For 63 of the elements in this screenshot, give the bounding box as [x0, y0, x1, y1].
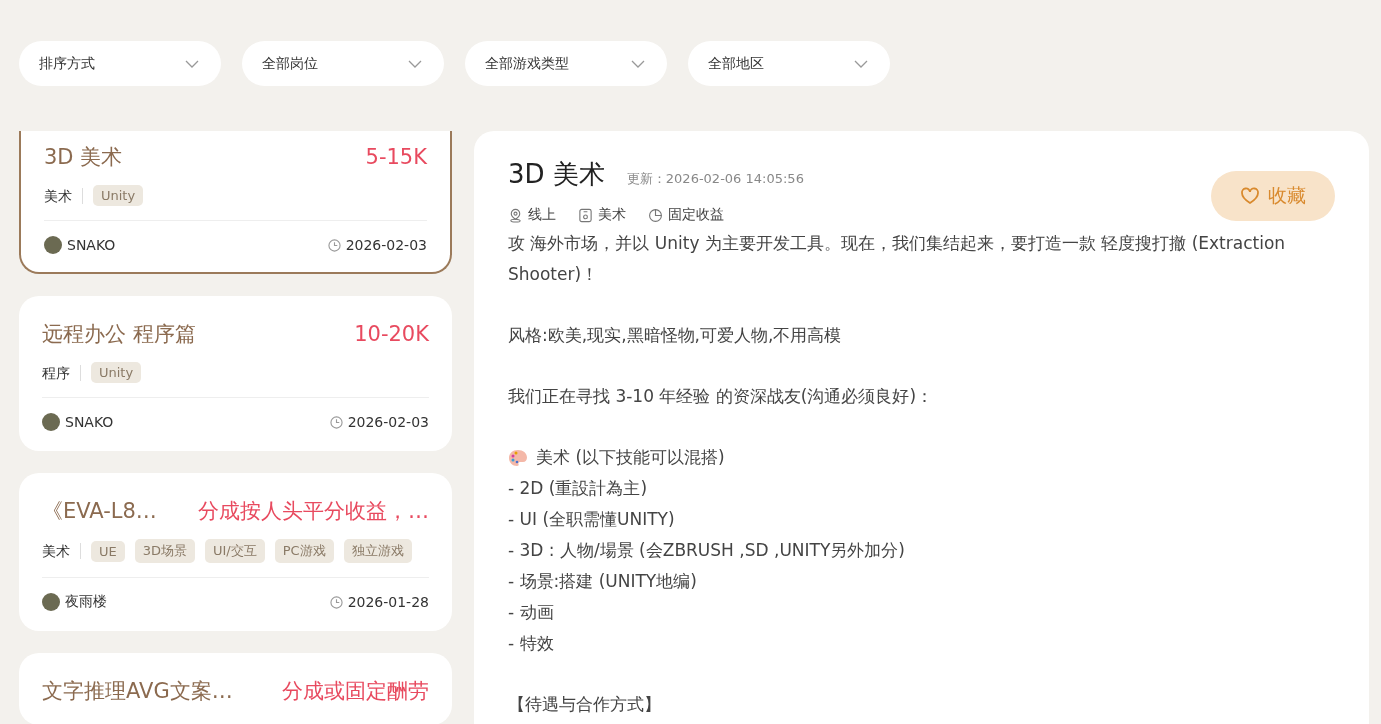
avatar: [42, 593, 60, 611]
job-card[interactable]: 3D 美术 5-15K 美术 Unity SNAKO 2026-02-03: [19, 131, 452, 274]
filter-dropdown[interactable]: 全部岗位: [242, 41, 444, 86]
description-line: 攻 海外市场，并以 Unity 为主要开发工具。现在，我们集结起来，要打造一款 轻度搜打撤 (Extraction Shooter)！: [508, 232, 1287, 286]
meta-label: 线上: [528, 206, 556, 224]
description-line: 美术 (以下技能可以混搭): [536, 446, 725, 469]
job-category: 美术: [44, 187, 83, 204]
clock-icon: [327, 238, 341, 252]
author-name: 夜雨楼: [65, 593, 107, 611]
job-title: 文字推理AVG文案…: [42, 678, 233, 705]
description-line: - 2D (重設計為主): [508, 477, 649, 500]
job-tag: 独立游戏: [343, 539, 412, 563]
avatar: [44, 236, 62, 254]
job-tag: Unity: [93, 185, 144, 206]
description-line: - 特效: [508, 632, 555, 655]
job-salary: 分成按人头平分收益，…: [198, 498, 429, 525]
job-card[interactable]: 远程办公 程序篇 10-20K 程序 Unity SNAKO 2026-02-03: [19, 296, 452, 451]
job-card[interactable]: 《EVA-L8… 分成按人头平分收益，… 美术 UE 3D场景 UI/交互 PC游戏 独立游戏 夜雨楼 2026-01-28: [19, 473, 452, 631]
chevron-down-icon: [854, 59, 868, 68]
description-line: - 3D : 人物/場景 (会ZBRUSH ,SD ,UNITY另外加分): [508, 539, 906, 562]
job-tag: PC游戏: [274, 539, 334, 563]
filter-dropdown[interactable]: 全部地区: [688, 41, 890, 86]
clock-icon: [329, 415, 343, 429]
job-tag: Unity: [91, 362, 142, 383]
description-line: - UI (全职需懂UNITY): [508, 508, 676, 531]
job-category: 美术: [42, 543, 81, 559]
description-line: - 动画: [508, 601, 555, 624]
description-line: 【待遇与合作方式】: [508, 693, 662, 716]
description-line: - 场景:搭建 (UNITY地编): [508, 570, 698, 593]
filter-dropdown[interactable]: 排序方式: [19, 41, 221, 86]
author-name: SNAKO: [65, 414, 114, 430]
chevron-down-icon: [185, 59, 199, 68]
description-line: 我们正在寻找 3-10 年经验 的资深战友(沟通必须良好)：: [508, 385, 935, 408]
post-date: 2026-02-03: [347, 414, 429, 430]
chevron-down-icon: [408, 59, 422, 68]
palette-icon: [508, 448, 528, 467]
post-date: 2026-01-28: [347, 594, 429, 610]
clock-icon: [329, 595, 343, 609]
job-title: 《EVA-L8…: [42, 498, 157, 525]
post-date: 2026-02-03: [345, 237, 427, 253]
badge-icon: [578, 207, 593, 223]
job-salary: 10-20K: [354, 322, 429, 346]
meta-label: 固定收益: [668, 206, 724, 224]
filter-dropdown[interactable]: 全部游戏类型: [465, 41, 667, 86]
job-tag: 3D场景: [134, 539, 195, 563]
description-line: 风格:欧美,现实,黑暗怪物,可爱人物,不用高模: [508, 324, 843, 347]
job-category: 程序: [42, 364, 81, 381]
location-pin-icon: [508, 207, 523, 223]
heart-icon: [1240, 187, 1260, 205]
author-name: SNAKO: [67, 237, 116, 253]
job-salary: 分成或固定酬劳: [282, 678, 429, 705]
pie-chart-icon: [648, 207, 663, 223]
meta-label: 美术: [598, 206, 626, 224]
job-card[interactable]: 文字推理AVG文案… 分成或固定酬劳: [19, 653, 452, 724]
updated-time: 更新：2026-02-06 14:05:56: [626, 170, 804, 188]
chevron-down-icon: [631, 59, 645, 68]
detail-title: 3D 美术: [508, 158, 605, 191]
avatar: [42, 413, 60, 431]
job-title: 远程办公 程序篇: [42, 321, 196, 348]
job-title: 3D 美术: [44, 144, 123, 171]
job-salary: 5-15K: [365, 145, 427, 169]
job-tag: UE: [91, 540, 125, 562]
job-tag: UI/交互: [205, 539, 265, 563]
